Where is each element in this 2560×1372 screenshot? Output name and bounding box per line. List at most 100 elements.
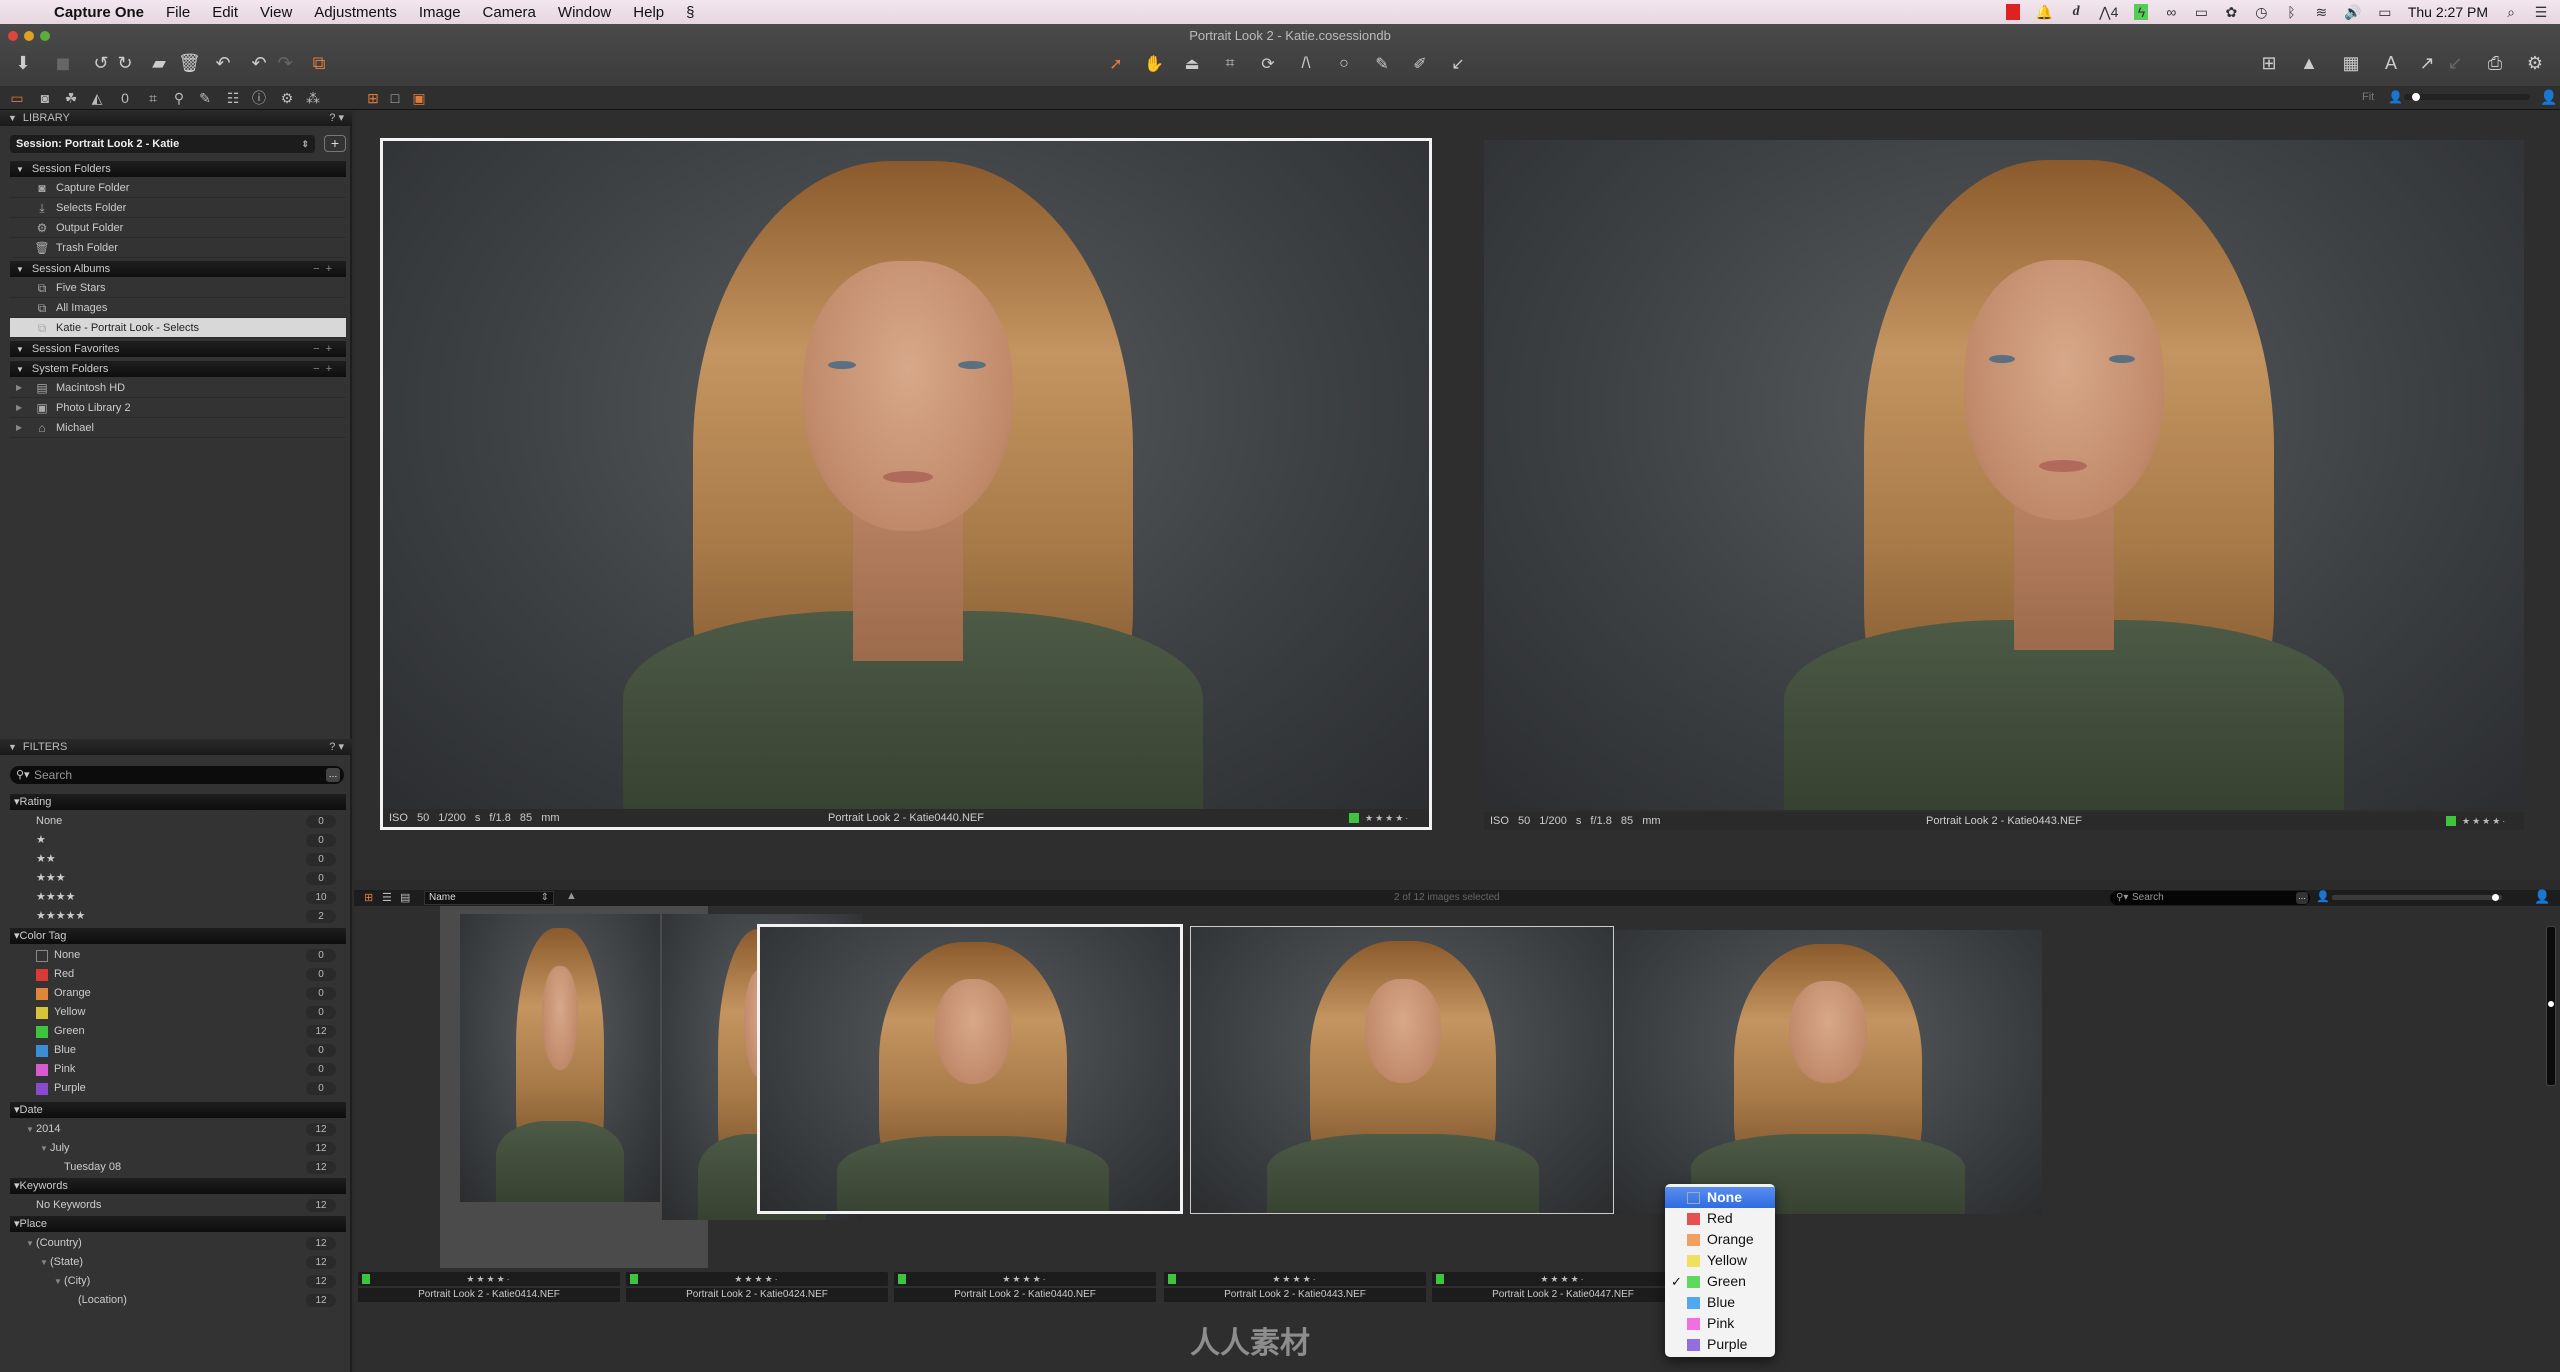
browser-scrollbar[interactable] [2546,926,2556,1086]
rotate-left-icon[interactable]: ↺ [90,52,112,74]
session-albums-header[interactable]: ▼ Session Albums −+ [10,261,346,277]
filter-row[interactable]: Red 0 [10,965,346,984]
spotlight-search-icon[interactable]: ⌕ [2504,4,2518,21]
system-add-remove-buttons[interactable]: −+ [313,361,338,377]
composition-tab-icon[interactable]: ⌗ [144,89,162,107]
menubar-clock[interactable]: Thu 2:27 PM [2408,4,2488,20]
metadata-tab-icon[interactable]: ☷ [224,89,242,107]
color-menu-item-red[interactable]: Red [1665,1208,1775,1229]
zoom-slider[interactable] [2404,93,2530,101]
menu-image[interactable]: Image [419,4,461,21]
library-item-output-folder[interactable]: ⚙ Output Folder [10,218,346,238]
expand-icon[interactable]: ▼ [26,1234,34,1253]
keystone-icon[interactable]: /\ [1290,55,1322,73]
session-folders-header[interactable]: ▼ Session Folders [10,161,346,177]
viewer-image-primary[interactable]: ISO 50 1/200 s f/1.8 85 mm Portrait Look… [380,138,1432,830]
grid-icon[interactable]: ⊞ [2258,52,2280,74]
dictionary-icon[interactable]: d [2069,4,2083,20]
thumb-large-icon[interactable]: 👤 [2534,889,2550,905]
filter-row[interactable]: ★ 0 [10,831,346,850]
batch-tab-icon[interactable]: ⚙ [278,89,296,107]
album-item-katie-selects[interactable]: ⧉ Katie - Portrait Look - Selects [10,318,346,338]
menu-help[interactable]: Help [633,4,664,21]
rotate-icon[interactable]: ⟳ [1252,54,1284,74]
star-rating[interactable]: ★★★★· [894,1272,1156,1286]
browser-search-input[interactable]: ⚲▾ Search … [2110,891,2310,905]
filter-row[interactable]: ▼ (City) 12 [10,1272,346,1291]
arrow-icon[interactable]: ↙ [1442,54,1474,74]
color-menu-item-purple[interactable]: Purple [1665,1334,1775,1355]
expand-icon[interactable]: ▶ [16,418,22,438]
filters-help[interactable]: ? ▾ [329,739,344,755]
zoom-slider-thumb[interactable] [2412,93,2420,101]
system-item-photo-library[interactable]: ▶ ▣ Photo Library 2 [10,398,346,418]
session-favorites-header[interactable]: ▼ Session Favorites −+ [10,341,346,357]
filter-row[interactable]: ▼ (Country) 12 [10,1234,346,1253]
filter-row[interactable]: Tuesday 08 12 [10,1158,346,1177]
viewer-image-secondary[interactable]: ISO 50 1/200 s f/1.8 85 mm Portrait Look… [1484,140,2524,830]
color-tag-indicator[interactable] [2446,816,2456,826]
list-view-icon[interactable]: ☰ [382,891,392,904]
zoom-in-icon[interactable]: 👤 [2540,89,2557,106]
filter-row[interactable]: Purple 0 [10,1079,346,1098]
brush-icon[interactable]: ✎ [1366,54,1398,74]
star-rating[interactable]: ★★★★· [1432,1272,1694,1286]
color-tab-icon[interactable]: ☘ [62,89,80,107]
filter-row[interactable]: ▼ July 12 [10,1139,346,1158]
sort-direction-icon[interactable]: ▲ [566,890,577,902]
filter-row[interactable]: ▼ 2014 12 [10,1120,346,1139]
menu-file[interactable]: File [166,4,190,21]
filter-row[interactable]: Green 12 [10,1022,346,1041]
session-select[interactable]: Session: Portrait Look 2 - Katie ⇕ [10,135,315,153]
spot-removal-icon[interactable]: ○ [1328,55,1360,73]
search-options-button[interactable]: … [326,768,340,782]
album-item-all-images[interactable]: ⧉ All Images [10,298,346,318]
scrollbar-thumb[interactable] [2548,1001,2554,1007]
move-to-selects-icon[interactable]: ▰ [148,52,170,74]
filter-row[interactable]: ★★★★ 10 [10,888,346,907]
filter-row[interactable]: Pink 0 [10,1060,346,1079]
redo-icon[interactable]: ↷ [274,52,296,74]
system-item-macintosh-hd[interactable]: ▶ ▤ Macintosh HD [10,378,346,398]
battery-icon[interactable]: ▭ [2378,4,2392,21]
settings-icon[interactable]: ⚙ [2524,52,2546,74]
library-help[interactable]: ? ▾ [329,110,344,126]
menu-adjustments[interactable]: Adjustments [314,4,397,21]
menu-view[interactable]: View [260,4,292,21]
text-icon[interactable]: A [2380,52,2402,74]
library-item-trash-folder[interactable]: 🗑 Trash Folder [10,238,346,258]
sync-icon[interactable]: ✿ [2224,4,2238,21]
print-icon[interactable]: ⎙ [2484,52,2506,74]
trash-icon[interactable]: 🗑 [178,52,201,74]
filters-search-input[interactable]: ⚲▾ Search … [10,766,344,784]
filmstrip-view-icon[interactable]: ▤ [400,891,410,904]
exposure-tab-icon[interactable]: ◭ [88,89,106,107]
color-menu-item-green[interactable]: ✓ Green [1665,1271,1775,1292]
lens-tab-icon[interactable]: 0 [116,89,134,107]
sort-select[interactable]: Name ⇕ [424,891,554,905]
filter-row[interactable]: Yellow 0 [10,1003,346,1022]
library-header[interactable]: ▼ LIBRARY ? ▾ [0,110,352,126]
output-tab-icon[interactable]: ⓘ [250,89,268,107]
adobe-icon[interactable]: ⋀4 [2099,4,2118,21]
search-options-button[interactable]: … [2296,892,2308,904]
multi-view-icon[interactable]: ⊞ [364,89,382,107]
loupe-icon[interactable]: ⏏ [1176,54,1208,74]
time-machine-icon[interactable]: ◷ [2254,4,2268,21]
library-item-selects-folder[interactable]: ⤓ Selects Folder [10,198,346,218]
star-rating[interactable]: ★★★★· [358,1272,620,1286]
undo-icon[interactable]: ↶ [212,52,234,74]
star-rating[interactable]: ★★★★· [1164,1272,1426,1286]
crop-icon[interactable]: ⌗ [1214,55,1246,73]
filters-header[interactable]: ▼ FILTERS ? ▾ [0,739,352,755]
expand-icon[interactable]: ▶ [16,378,22,398]
system-item-michael[interactable]: ▶ ⌂ Michael [10,418,346,438]
color-menu-item-blue[interactable]: Blue [1665,1292,1775,1313]
library-item-capture-folder[interactable]: ◙ Capture Folder [10,178,346,198]
color-menu-item-orange[interactable]: Orange [1665,1229,1775,1250]
rotate-right-icon[interactable]: ↻ [114,52,136,74]
adjustments-tab-icon[interactable]: ✎ [196,89,214,107]
exposure-warning-icon[interactable]: ▲ [2298,52,2320,74]
notification-center-icon[interactable]: ☰ [2534,4,2548,21]
wifi-icon[interactable]: ≋ [2314,4,2328,21]
